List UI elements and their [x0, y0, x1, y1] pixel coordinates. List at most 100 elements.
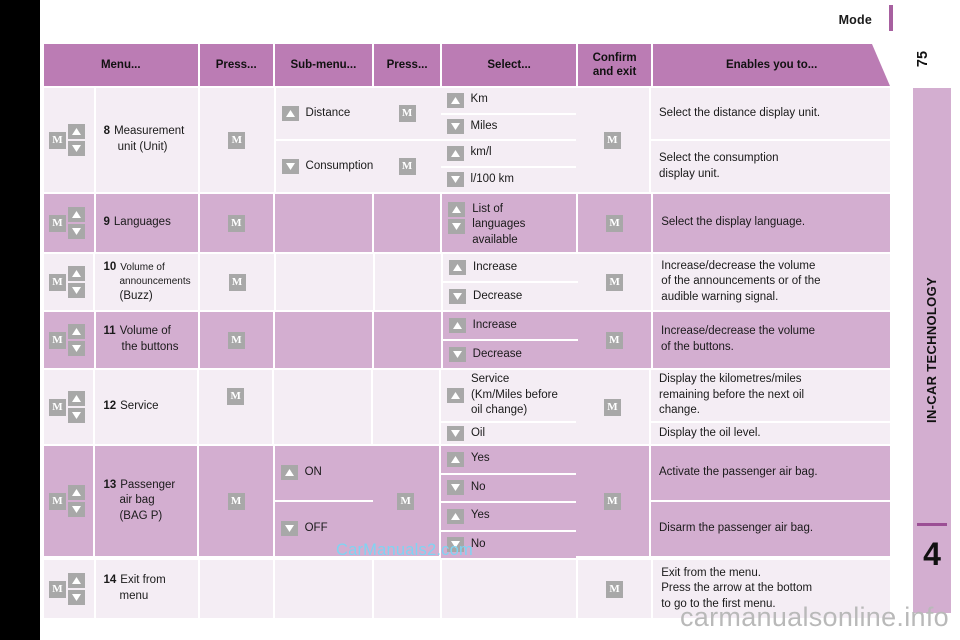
arrow-down-icon[interactable] — [446, 172, 464, 188]
up-down-buttons[interactable] — [68, 324, 85, 356]
arrow-up-icon[interactable] — [68, 485, 85, 500]
select-entry[interactable]: l/100 km — [441, 172, 576, 188]
row-nav-controls[interactable]: M — [44, 312, 94, 368]
submenu-cell[interactable]: Consumption — [275, 141, 374, 192]
mode-button-icon[interactable]: M — [49, 131, 66, 149]
press-button-cell[interactable]: M — [200, 254, 274, 310]
confirm-button-cell[interactable]: M — [575, 88, 650, 192]
nav-group[interactable]: M — [44, 324, 85, 356]
arrow-up-icon[interactable] — [281, 105, 299, 121]
mode-button-icon[interactable]: M — [606, 580, 624, 598]
arrow-down-icon[interactable] — [446, 480, 464, 496]
confirm-button-cell[interactable]: M — [575, 370, 649, 444]
mode-button-icon[interactable]: M — [49, 331, 66, 349]
arrow-up-icon[interactable] — [446, 387, 464, 403]
select-entry[interactable]: Decrease — [443, 288, 578, 305]
select-option[interactable]: Yes — [440, 503, 576, 530]
press-button-cell[interactable]: M — [372, 446, 439, 556]
arrow-down-icon[interactable] — [68, 590, 85, 605]
arrow-down-icon[interactable] — [280, 521, 298, 537]
select-option[interactable]: km/l — [440, 141, 576, 166]
mode-button-icon[interactable]: M — [227, 331, 245, 349]
select-option[interactable]: Oil — [440, 423, 576, 444]
submenu-entry[interactable]: OFF — [275, 521, 373, 537]
select-option[interactable]: Decrease — [443, 283, 579, 310]
arrow-down-icon[interactable] — [68, 502, 85, 517]
select-entry[interactable]: Yes — [441, 508, 576, 524]
select-entry[interactable]: km/l — [441, 145, 576, 161]
select-entry[interactable]: Yes — [441, 451, 576, 467]
select-entry[interactable]: Increase — [443, 317, 578, 334]
nav-group[interactable]: M — [44, 266, 85, 298]
select-entry[interactable]: List of languages available — [442, 198, 576, 249]
row-nav-controls[interactable]: M — [44, 254, 94, 310]
mode-button-icon[interactable]: M — [228, 131, 246, 149]
row-nav-controls[interactable]: M — [44, 370, 94, 444]
mode-button-icon[interactable]: M — [49, 214, 66, 232]
submenu-entry[interactable]: Consumption — [276, 158, 374, 175]
select-option[interactable]: Yes — [440, 446, 576, 473]
mode-button-icon[interactable]: M — [603, 398, 621, 416]
select-option[interactable]: No — [440, 474, 576, 501]
confirm-button-cell[interactable]: M — [575, 446, 649, 556]
arrow-up-icon[interactable] — [446, 508, 464, 524]
row-nav-controls[interactable]: M — [44, 194, 94, 252]
arrow-up-icon[interactable] — [446, 145, 464, 161]
press-button-cell[interactable]: M — [373, 141, 441, 192]
select-option[interactable]: Miles — [440, 114, 576, 139]
arrow-down-icon[interactable] — [68, 224, 85, 239]
arrow-up-icon[interactable] — [68, 573, 85, 588]
mode-button-icon[interactable]: M — [606, 273, 624, 291]
select-entry[interactable]: Decrease — [443, 346, 578, 363]
select-option[interactable]: Increase — [443, 254, 579, 281]
confirm-button-cell[interactable]: M — [577, 312, 651, 368]
confirm-button-cell[interactable]: M — [578, 254, 652, 310]
arrow-up-icon[interactable] — [280, 465, 298, 481]
select-entry[interactable]: No — [441, 480, 576, 496]
row-nav-controls[interactable]: M — [44, 446, 94, 556]
arrow-up-icon[interactable] — [448, 201, 466, 217]
arrow-up-icon[interactable] — [449, 259, 467, 275]
select-entry[interactable]: Miles — [441, 119, 576, 135]
arrow-up-icon[interactable] — [68, 207, 85, 222]
arrow-up-icon[interactable] — [448, 317, 466, 333]
press-button-cell[interactable]: M — [199, 446, 273, 556]
arrow-up-icon[interactable] — [68, 266, 85, 281]
mode-button-icon[interactable]: M — [398, 158, 416, 175]
arrow-down-icon[interactable] — [281, 158, 299, 174]
mode-button-icon[interactable]: M — [227, 214, 245, 232]
select-option[interactable]: l/100 km — [440, 167, 576, 192]
mode-button-icon[interactable]: M — [227, 388, 245, 405]
mode-button-icon[interactable]: M — [397, 492, 415, 510]
nav-group[interactable]: M — [44, 573, 85, 605]
mode-button-icon[interactable]: M — [49, 492, 66, 510]
mode-button-icon[interactable]: M — [228, 273, 246, 291]
submenu-cell[interactable]: Distance — [275, 88, 374, 139]
mode-button-icon[interactable]: M — [605, 331, 623, 349]
confirm-button-cell[interactable]: M — [577, 560, 652, 618]
arrow-down-icon[interactable] — [448, 346, 466, 362]
select-entry[interactable]: Oil — [441, 425, 576, 442]
select-option[interactable]: Km — [440, 88, 576, 113]
arrow-up-icon[interactable] — [68, 324, 85, 339]
nav-group[interactable]: M — [44, 391, 85, 423]
mode-button-icon[interactable]: M — [603, 492, 621, 510]
press-button-cell[interactable]: M — [199, 312, 274, 368]
up-down-buttons[interactable] — [68, 573, 85, 605]
confirm-button-cell[interactable]: M — [577, 194, 652, 252]
up-down-buttons[interactable] — [448, 198, 466, 234]
select-option[interactable]: Increase — [442, 312, 578, 339]
arrow-up-icon[interactable] — [446, 92, 464, 108]
arrow-up-icon[interactable] — [446, 451, 464, 467]
up-down-buttons[interactable] — [68, 485, 85, 517]
submenu-cell[interactable]: ON — [274, 446, 373, 500]
nav-group[interactable]: M — [44, 124, 85, 156]
press-button-cell[interactable]: M — [200, 88, 274, 192]
press-button-cell[interactable]: M — [199, 194, 273, 252]
row-nav-controls[interactable]: M — [44, 560, 94, 618]
press-button-cell[interactable]: M — [373, 88, 441, 139]
submenu-entry[interactable]: ON — [275, 465, 373, 481]
up-down-buttons[interactable] — [68, 391, 85, 423]
row-nav-controls[interactable]: M — [44, 88, 94, 192]
mode-button-icon[interactable]: M — [398, 105, 416, 122]
